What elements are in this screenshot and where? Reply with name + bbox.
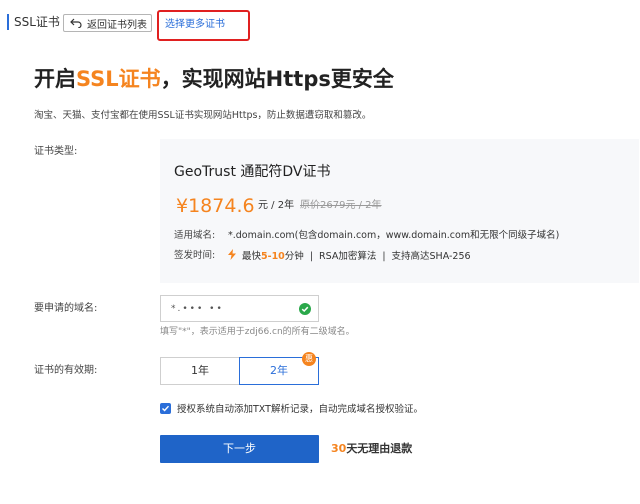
issue-time-key: 签发时间: (174, 250, 216, 261)
issue-fast-minutes: 5-10 (261, 251, 285, 262)
separator: | (382, 251, 386, 262)
title-accent-bar (7, 14, 9, 30)
top-bar: SSL证书 返回证书列表 选择更多证书 (0, 0, 640, 46)
issue-sha: 支持高达SHA-256 (391, 251, 471, 262)
issue-rsa: RSA加密算法 (319, 251, 377, 262)
separator: | (309, 251, 314, 262)
undo-arrow-icon (70, 18, 82, 28)
issue-fast-suffix: 分钟 (284, 251, 304, 262)
headline: 开启SSL证书，实现网站Https更安全 (34, 64, 394, 94)
period-option-1-year[interactable]: 1年 (160, 357, 240, 385)
domain-label: 要申请的域名: (34, 303, 98, 314)
lightning-icon (228, 249, 236, 260)
applicable-domain-key: 适用域名: (174, 230, 216, 241)
refund-text: 天无理由退款 (346, 442, 413, 455)
auth-checkbox[interactable] (160, 402, 171, 414)
issue-time-value: 最快5-10分钟 | RSA加密算法 | 支持高达SHA-256 (228, 249, 471, 264)
page-title: SSL证书 (14, 15, 60, 29)
subtitle: 淘宝、天猫、支付宝都在使用SSL证书实现网站Https，防止数据遭窃取和篡改。 (34, 110, 372, 121)
back-to-list-button[interactable]: 返回证书列表 (63, 14, 152, 32)
cert-price: ¥1874.6 (176, 195, 255, 217)
domain-input[interactable]: *.••• •• (160, 295, 319, 322)
period-label: 证书的有效期: (34, 365, 98, 376)
domain-input-value: *.••• •• (171, 304, 224, 314)
refund-days: 30 (331, 442, 347, 455)
period-selector: 1年 2年 惠 (160, 352, 319, 385)
checkmark-icon (162, 405, 170, 412)
more-certs-highlight-box: 选择更多证书 (157, 10, 250, 41)
discount-badge: 惠 (302, 352, 316, 366)
auth-checkbox-label: 授权系统自动添加TXT解析记录，自动完成域名授权验证。 (177, 404, 423, 415)
cert-card: GeoTrust 通配符DV证书 ¥1874.6 元 / 2年 原价2679元 … (160, 139, 639, 283)
cert-name: GeoTrust 通配符DV证书 (174, 164, 331, 180)
back-button-label: 返回证书列表 (87, 19, 147, 31)
headline-highlight: SSL证书 (76, 67, 161, 91)
domain-hint: 填写"*"，表示适用于zdj66.cn的所有二级域名。 (160, 327, 355, 337)
check-circle-icon (299, 303, 311, 315)
cert-type-label: 证书类型: (34, 146, 78, 157)
cert-original-price: 原价2679元 / 2年 (300, 200, 382, 211)
refund-policy: 30天无理由退款 (331, 441, 412, 456)
cert-price-unit: 元 / 2年 (258, 200, 295, 211)
auth-checkbox-row: 授权系统自动添加TXT解析记录，自动完成域名授权验证。 (160, 401, 423, 415)
issue-fast-prefix: 最快 (242, 251, 262, 262)
next-step-button[interactable]: 下一步 (160, 435, 319, 463)
headline-suffix: ，实现网站Https更安全 (160, 67, 394, 91)
more-certs-link[interactable]: 选择更多证书 (165, 18, 225, 32)
applicable-domain-value: *.domain.com(包含domain.com，www.domain.com… (228, 230, 560, 241)
headline-prefix: 开启 (34, 67, 76, 91)
